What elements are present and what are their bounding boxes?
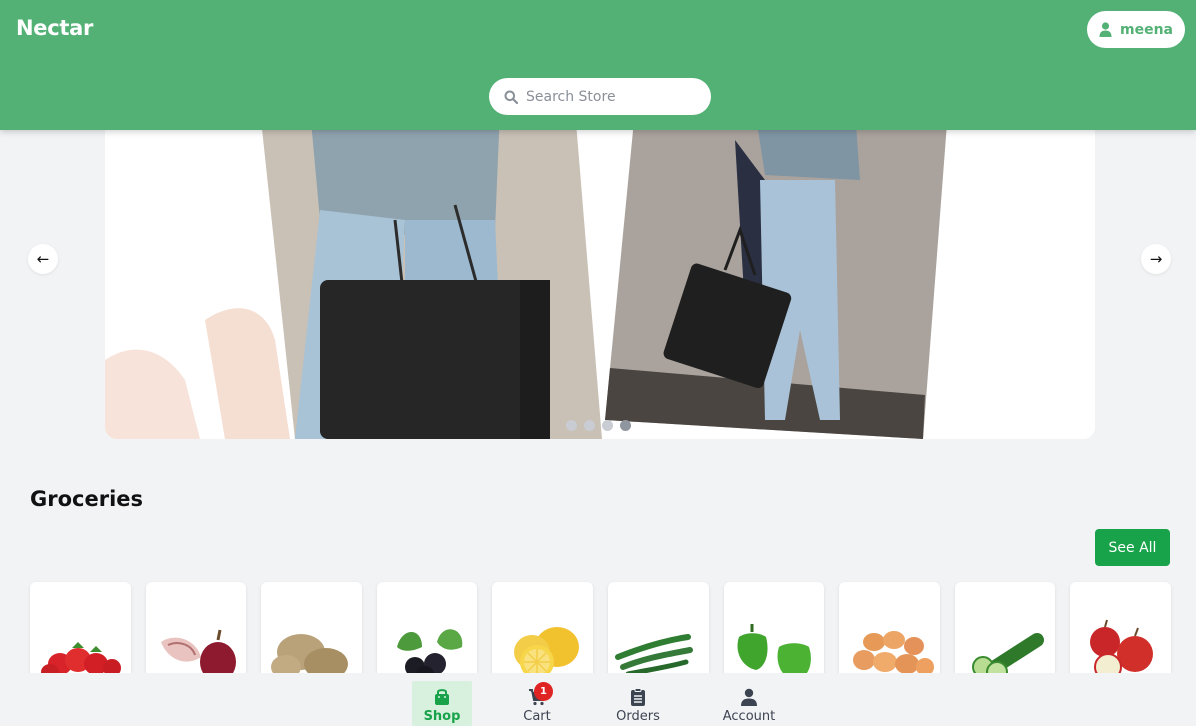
arrow-left-icon: ← bbox=[36, 250, 50, 268]
eggs-icon bbox=[853, 631, 935, 676]
arrow-right-icon: → bbox=[1149, 250, 1163, 268]
red-onion-icon bbox=[160, 629, 236, 682]
nav-label-cart: Cart bbox=[523, 709, 551, 724]
carousel-prev-button[interactable]: ← bbox=[28, 244, 58, 274]
apples-icon bbox=[1090, 619, 1154, 681]
section-title-groceries: Groceries bbox=[30, 487, 144, 511]
hero-carousel[interactable] bbox=[105, 110, 1095, 439]
potatoes-icon bbox=[271, 634, 349, 680]
carousel-dot-active[interactable] bbox=[620, 420, 631, 431]
user-name: meena bbox=[1120, 21, 1173, 38]
carousel-indicators bbox=[566, 420, 631, 431]
search-bar[interactable] bbox=[489, 78, 711, 115]
strawberries-icon bbox=[41, 642, 121, 680]
lemons-icon bbox=[514, 627, 580, 679]
app-header: Nectar meena bbox=[0, 0, 1196, 130]
nav-label-orders: Orders bbox=[616, 709, 660, 724]
user-icon bbox=[1099, 22, 1112, 37]
nav-item-account[interactable]: Account bbox=[720, 688, 778, 724]
nav-label-shop: Shop bbox=[423, 709, 461, 724]
cart-count-badge: 1 bbox=[534, 682, 553, 701]
clipboard-icon bbox=[631, 688, 645, 706]
bottom-navigation: Shop Cart Orders Account bbox=[0, 673, 1196, 726]
blackberries-icon bbox=[396, 629, 463, 682]
see-all-button[interactable]: See All bbox=[1095, 529, 1170, 566]
search-input[interactable] bbox=[526, 88, 696, 105]
nav-item-orders[interactable]: Orders bbox=[612, 688, 664, 724]
carousel-dot[interactable] bbox=[602, 420, 613, 431]
nav-item-shop[interactable]: Shop bbox=[412, 681, 472, 726]
carousel-dot[interactable] bbox=[566, 420, 577, 431]
brand-logo[interactable]: Nectar bbox=[16, 16, 93, 40]
cucumber-icon bbox=[971, 633, 1044, 682]
search-icon bbox=[504, 90, 518, 104]
user-icon bbox=[741, 688, 757, 706]
green-bell-peppers-icon bbox=[737, 624, 811, 680]
carousel-dot[interactable] bbox=[584, 420, 595, 431]
nav-label-account: Account bbox=[722, 709, 776, 724]
shopping-bag-icon bbox=[435, 689, 449, 705]
green-chilies-icon bbox=[614, 634, 693, 677]
carousel-next-button[interactable]: → bbox=[1141, 244, 1171, 274]
user-account-button[interactable]: meena bbox=[1087, 11, 1185, 48]
banner-image bbox=[105, 110, 1095, 439]
